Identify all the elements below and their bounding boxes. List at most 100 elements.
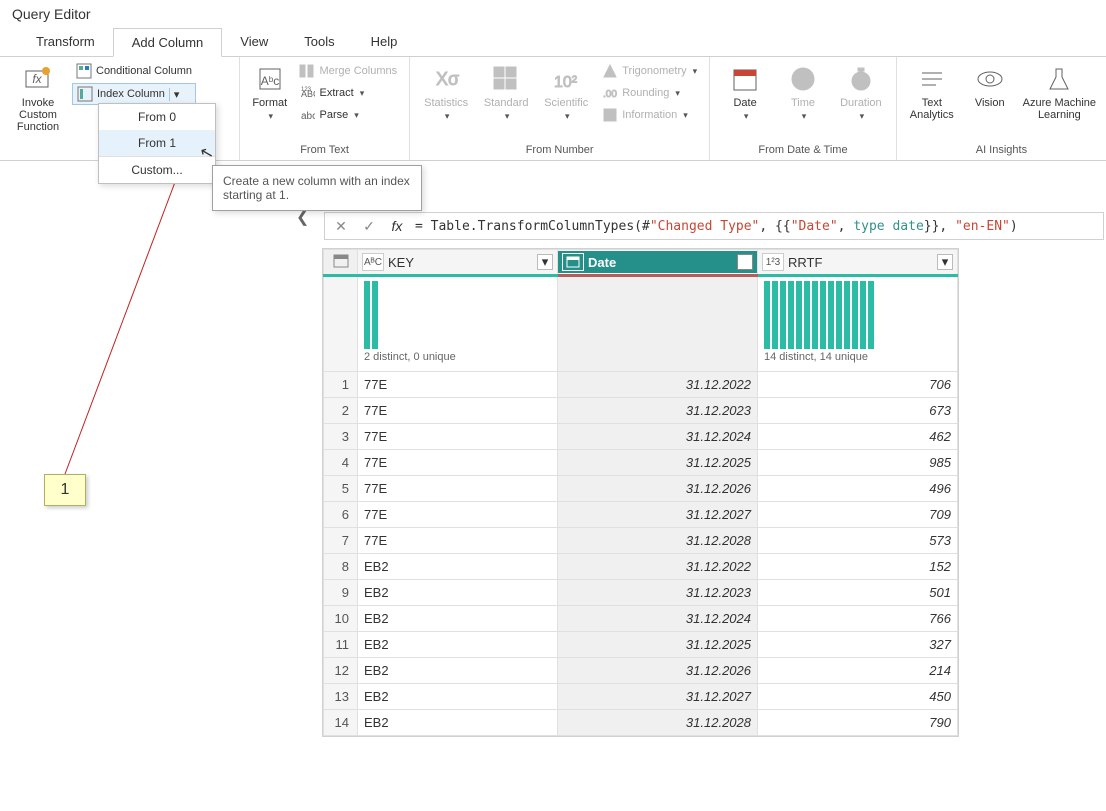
cell-key[interactable]: EB2 (358, 632, 558, 658)
table-row[interactable]: 14EB231.12.2028790 (324, 710, 958, 736)
dropdown-from-0[interactable]: From 0 (99, 104, 215, 130)
cell-key[interactable]: 77E (358, 398, 558, 424)
parse-button[interactable]: abc Parse (295, 105, 401, 125)
vision-button[interactable]: Vision (963, 61, 1017, 109)
index-column-button[interactable]: Index Column ▾ (72, 83, 196, 105)
cell-date[interactable]: 31.12.2028 (558, 710, 758, 736)
tab-help[interactable]: Help (353, 28, 416, 56)
column-header-rrtf[interactable]: 1²3 RRTF ▾ (758, 250, 958, 276)
cell-rrtf[interactable]: 450 (758, 684, 958, 710)
cell-rrtf[interactable]: 501 (758, 580, 958, 606)
table-row[interactable]: 13EB231.12.2027450 (324, 684, 958, 710)
cell-date[interactable]: 31.12.2025 (558, 450, 758, 476)
cell-key[interactable]: 77E (358, 528, 558, 554)
table-row[interactable]: 277E31.12.2023673 (324, 398, 958, 424)
cell-rrtf[interactable]: 573 (758, 528, 958, 554)
tab-transform[interactable]: Transform (18, 28, 113, 56)
cell-date[interactable]: 31.12.2028 (558, 528, 758, 554)
row-number: 13 (324, 684, 358, 710)
table-row[interactable]: 177E31.12.2022706 (324, 372, 958, 398)
column-name: KEY (388, 255, 414, 270)
cell-key[interactable]: 77E (358, 502, 558, 528)
cell-date[interactable]: 31.12.2026 (558, 658, 758, 684)
azure-ml-button[interactable]: Azure Machine Learning (1021, 61, 1098, 121)
select-all-corner[interactable] (324, 250, 358, 276)
filter-button[interactable]: ▾ (537, 254, 553, 270)
table-row[interactable]: 8EB231.12.2022152 (324, 554, 958, 580)
cell-date[interactable]: 31.12.2024 (558, 606, 758, 632)
table-row[interactable]: 12EB231.12.2026214 (324, 658, 958, 684)
merge-label: Merge Columns (319, 65, 397, 77)
index-icon (77, 86, 93, 102)
formula-accept-button[interactable]: ✓ (359, 218, 379, 235)
cell-key[interactable]: EB2 (358, 580, 558, 606)
chevron-down-icon[interactable]: ▾ (169, 88, 180, 101)
cell-key[interactable]: 77E (358, 424, 558, 450)
table-row[interactable]: 377E31.12.2024462 (324, 424, 958, 450)
tab-add-column[interactable]: Add Column (113, 28, 223, 57)
cell-date[interactable]: 31.12.2027 (558, 502, 758, 528)
cell-key[interactable]: 77E (358, 476, 558, 502)
row-number: 12 (324, 658, 358, 684)
cell-rrtf[interactable]: 462 (758, 424, 958, 450)
profile-text: 2 distinct, 0 unique (364, 351, 551, 363)
cell-date[interactable]: 31.12.2023 (558, 398, 758, 424)
cell-date[interactable]: 31.12.2023 (558, 580, 758, 606)
table-row[interactable]: 577E31.12.2026496 (324, 476, 958, 502)
tab-tools[interactable]: Tools (286, 28, 352, 56)
column-header-date[interactable]: Date ▾ (558, 250, 758, 276)
cell-date[interactable]: 31.12.2026 (558, 476, 758, 502)
column-header-key[interactable]: AᴮC KEY ▾ (358, 250, 558, 276)
formula-string: "Changed Type" (650, 219, 760, 234)
svg-text:fx: fx (32, 72, 42, 86)
cell-date[interactable]: 31.12.2027 (558, 684, 758, 710)
invoke-custom-function-button[interactable]: fx Invoke Custom Function (8, 61, 68, 133)
number-type-icon: 1²3 (762, 253, 784, 271)
table-row[interactable]: 677E31.12.2027709 (324, 502, 958, 528)
cell-date[interactable]: 31.12.2025 (558, 632, 758, 658)
dropdown-custom[interactable]: Custom... (99, 156, 215, 183)
cell-key[interactable]: EB2 (358, 606, 558, 632)
date-button[interactable]: Date (718, 61, 772, 122)
cell-rrtf[interactable]: 706 (758, 372, 958, 398)
cell-key[interactable]: 77E (358, 450, 558, 476)
cell-rrtf[interactable]: 214 (758, 658, 958, 684)
dropdown-from-1[interactable]: From 1 (99, 130, 215, 156)
cell-rrtf[interactable]: 766 (758, 606, 958, 632)
table-row[interactable]: 11EB231.12.2025327 (324, 632, 958, 658)
filter-button[interactable]: ▾ (937, 254, 953, 270)
cell-date[interactable]: 31.12.2024 (558, 424, 758, 450)
group-ai-label: AI Insights (905, 142, 1098, 158)
cell-key[interactable]: EB2 (358, 710, 558, 736)
filter-button[interactable]: ▾ (737, 254, 753, 270)
analytics-icon (916, 63, 948, 95)
cell-rrtf[interactable]: 496 (758, 476, 958, 502)
format-button[interactable]: Aᵇc Format (248, 61, 291, 122)
table-row[interactable]: 9EB231.12.2023501 (324, 580, 958, 606)
tab-view[interactable]: View (222, 28, 286, 56)
formula-input[interactable]: = Table.TransformColumnTypes(#"Changed T… (415, 219, 1097, 234)
cell-date[interactable]: 31.12.2022 (558, 372, 758, 398)
extract-button[interactable]: ABC123 Extract (295, 83, 401, 103)
text-analytics-button[interactable]: Text Analytics (905, 61, 959, 121)
table-row[interactable]: 10EB231.12.2024766 (324, 606, 958, 632)
table-row[interactable]: 477E31.12.2025985 (324, 450, 958, 476)
cell-rrtf[interactable]: 985 (758, 450, 958, 476)
cell-rrtf[interactable]: 673 (758, 398, 958, 424)
cell-key[interactable]: EB2 (358, 554, 558, 580)
cell-rrtf[interactable]: 152 (758, 554, 958, 580)
cell-date[interactable]: 31.12.2022 (558, 554, 758, 580)
cell-key[interactable]: EB2 (358, 658, 558, 684)
cell-key[interactable]: EB2 (358, 684, 558, 710)
conditional-column-button[interactable]: Conditional Column (72, 61, 196, 81)
cell-rrtf[interactable]: 327 (758, 632, 958, 658)
cell-rrtf[interactable]: 790 (758, 710, 958, 736)
formula-text: }}, (924, 219, 955, 234)
cell-rrtf[interactable]: 709 (758, 502, 958, 528)
fx-icon[interactable]: fx (387, 218, 407, 234)
index-label: Index Column (97, 88, 165, 100)
text-type-icon: AᴮC (362, 253, 384, 271)
formula-cancel-button[interactable]: ✕ (331, 218, 351, 235)
cell-key[interactable]: 77E (358, 372, 558, 398)
table-row[interactable]: 777E31.12.2028573 (324, 528, 958, 554)
